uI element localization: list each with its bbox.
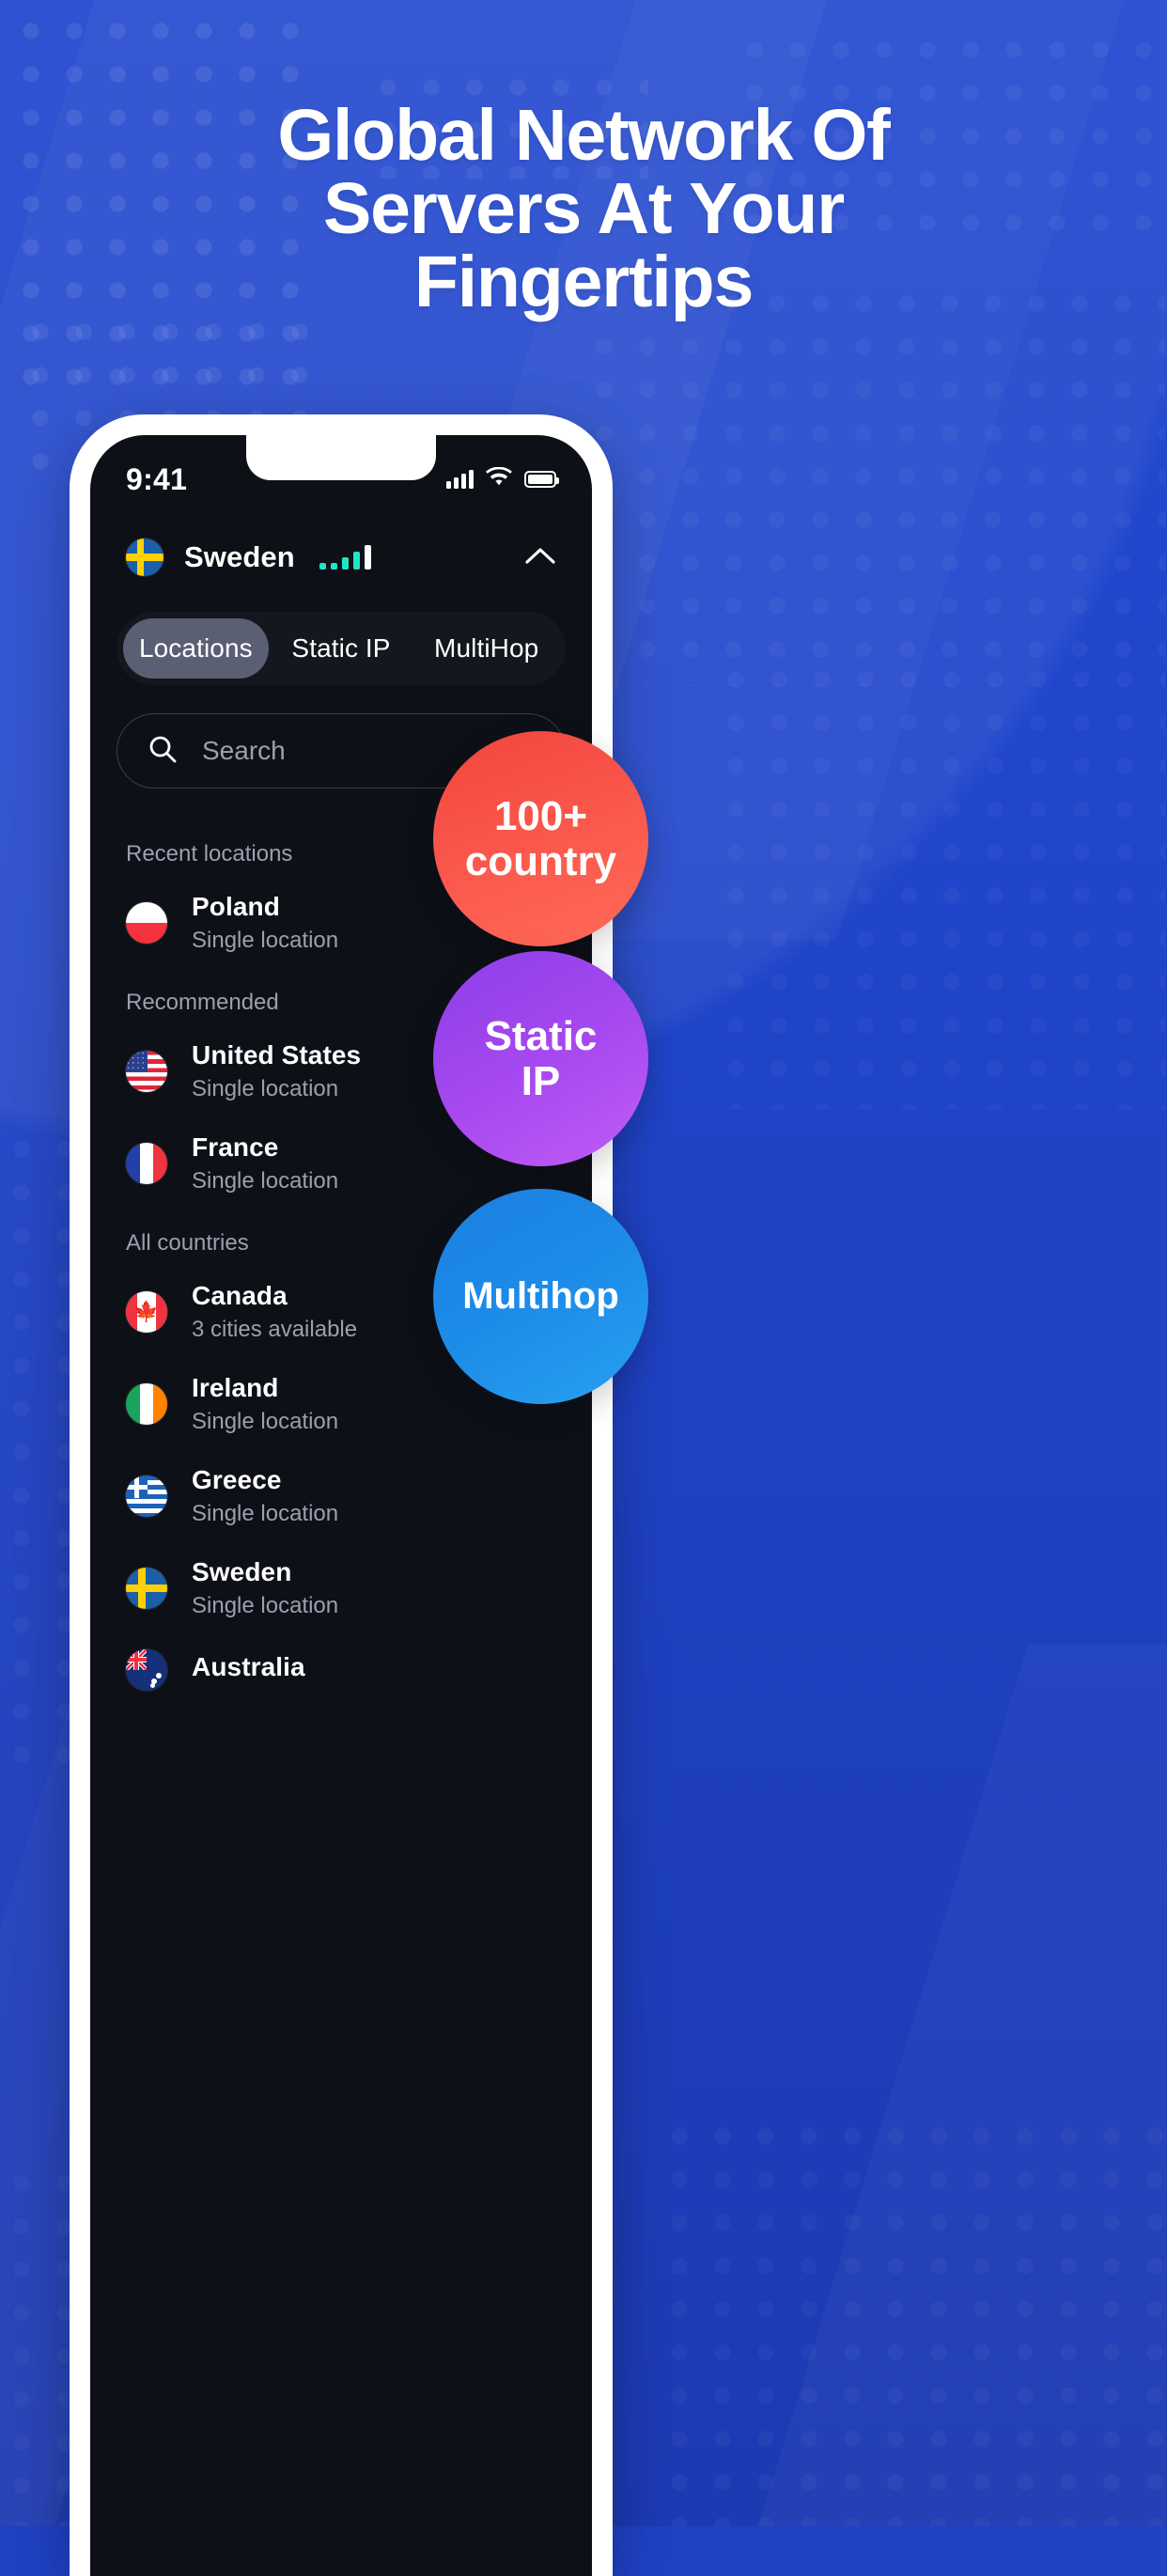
- battery-icon: [524, 471, 559, 488]
- list-item-sub: Single location: [192, 1168, 339, 1194]
- list-item-text: Ireland Single location: [192, 1373, 338, 1435]
- status-icons: [446, 466, 559, 492]
- badge-countries-text: 100+ country: [465, 794, 616, 883]
- search-icon: [148, 734, 178, 769]
- list-item-sub: 3 cities available: [192, 1317, 358, 1342]
- greece-flag-icon: [126, 1475, 167, 1517]
- sweden-flag-icon: [126, 1568, 167, 1609]
- list-item-text: United States Single location: [192, 1040, 361, 1102]
- list-item-text: Poland Single location: [192, 892, 338, 954]
- list-item-text: Sweden Single location: [192, 1557, 338, 1619]
- decorative-dot-pattern: [714, 658, 1165, 1109]
- badge-static-ip-line2: IP: [521, 1057, 561, 1104]
- badge-static-ip-text: Static IP: [485, 1014, 598, 1103]
- badge-countries: 100+ country: [433, 731, 648, 946]
- list-item-name: Greece: [192, 1465, 282, 1494]
- list-item-text: Australia: [192, 1652, 305, 1688]
- poland-flag-icon: [126, 902, 167, 944]
- ireland-flag-icon: [126, 1383, 167, 1425]
- list-item-name: Australia: [192, 1652, 305, 1681]
- list-item-name: Poland: [192, 892, 280, 921]
- list-item[interactable]: Sweden Single location: [117, 1542, 566, 1634]
- list-item-name: Canada: [192, 1281, 288, 1310]
- headline-line-2: Servers At Your: [322, 168, 845, 249]
- cellular-signal-icon: [446, 470, 474, 489]
- list-item-text: Greece Single location: [192, 1465, 338, 1527]
- tab-static-ip[interactable]: Static IP: [269, 618, 414, 679]
- list-item-sub: Single location: [192, 1409, 339, 1434]
- decorative-dot-pattern: [658, 2115, 1165, 2526]
- list-item-name: United States: [192, 1040, 362, 1069]
- australia-flag-icon: [126, 1649, 167, 1691]
- list-item[interactable]: Australia: [117, 1634, 566, 1706]
- list-item-sub: Single location: [192, 1593, 339, 1618]
- wifi-icon: [486, 466, 512, 492]
- page-title: Global Network Of Servers At Your Finger…: [0, 99, 1167, 319]
- headline-line-1: Global Network Of: [277, 95, 890, 176]
- decorative-dot-pattern: [583, 282, 1165, 686]
- badge-static-ip: Static IP: [433, 951, 648, 1166]
- sweden-flag-icon: [126, 539, 163, 576]
- current-country-label: Sweden: [184, 540, 295, 573]
- badge-countries-line1: 100+: [493, 792, 588, 839]
- tab-multihop[interactable]: MultiHop: [413, 618, 559, 679]
- badge-multihop: Multihop: [433, 1189, 648, 1404]
- current-location-header[interactable]: Sweden: [90, 514, 592, 587]
- list-item-text: Canada 3 cities available: [192, 1281, 357, 1343]
- tab-bar: Locations Static IP MultiHop: [117, 612, 566, 685]
- list-item-sub: Single location: [192, 1076, 339, 1101]
- united-states-flag-icon: [126, 1051, 167, 1092]
- list-item-name: Ireland: [192, 1373, 279, 1402]
- badge-static-ip-line1: Static: [484, 1012, 598, 1059]
- list-item-text: France Single location: [192, 1132, 338, 1194]
- list-item-name: France: [192, 1132, 279, 1162]
- phone-notch: [246, 435, 436, 480]
- france-flag-icon: [126, 1143, 167, 1184]
- tab-locations[interactable]: Locations: [123, 618, 269, 679]
- headline-line-3: Fingertips: [413, 242, 754, 322]
- canada-flag-icon: 🍁: [126, 1291, 167, 1333]
- chevron-up-icon[interactable]: [524, 545, 556, 570]
- list-item-name: Sweden: [192, 1557, 292, 1586]
- list-item-sub: Single location: [192, 1501, 339, 1526]
- status-time: 9:41: [126, 461, 188, 496]
- badge-multihop-text: Multihop: [462, 1274, 619, 1317]
- badge-countries-line2: country: [464, 837, 617, 884]
- list-item-sub: Single location: [192, 928, 339, 953]
- list-item[interactable]: Greece Single location: [117, 1450, 566, 1542]
- connection-strength-icon: [319, 545, 371, 570]
